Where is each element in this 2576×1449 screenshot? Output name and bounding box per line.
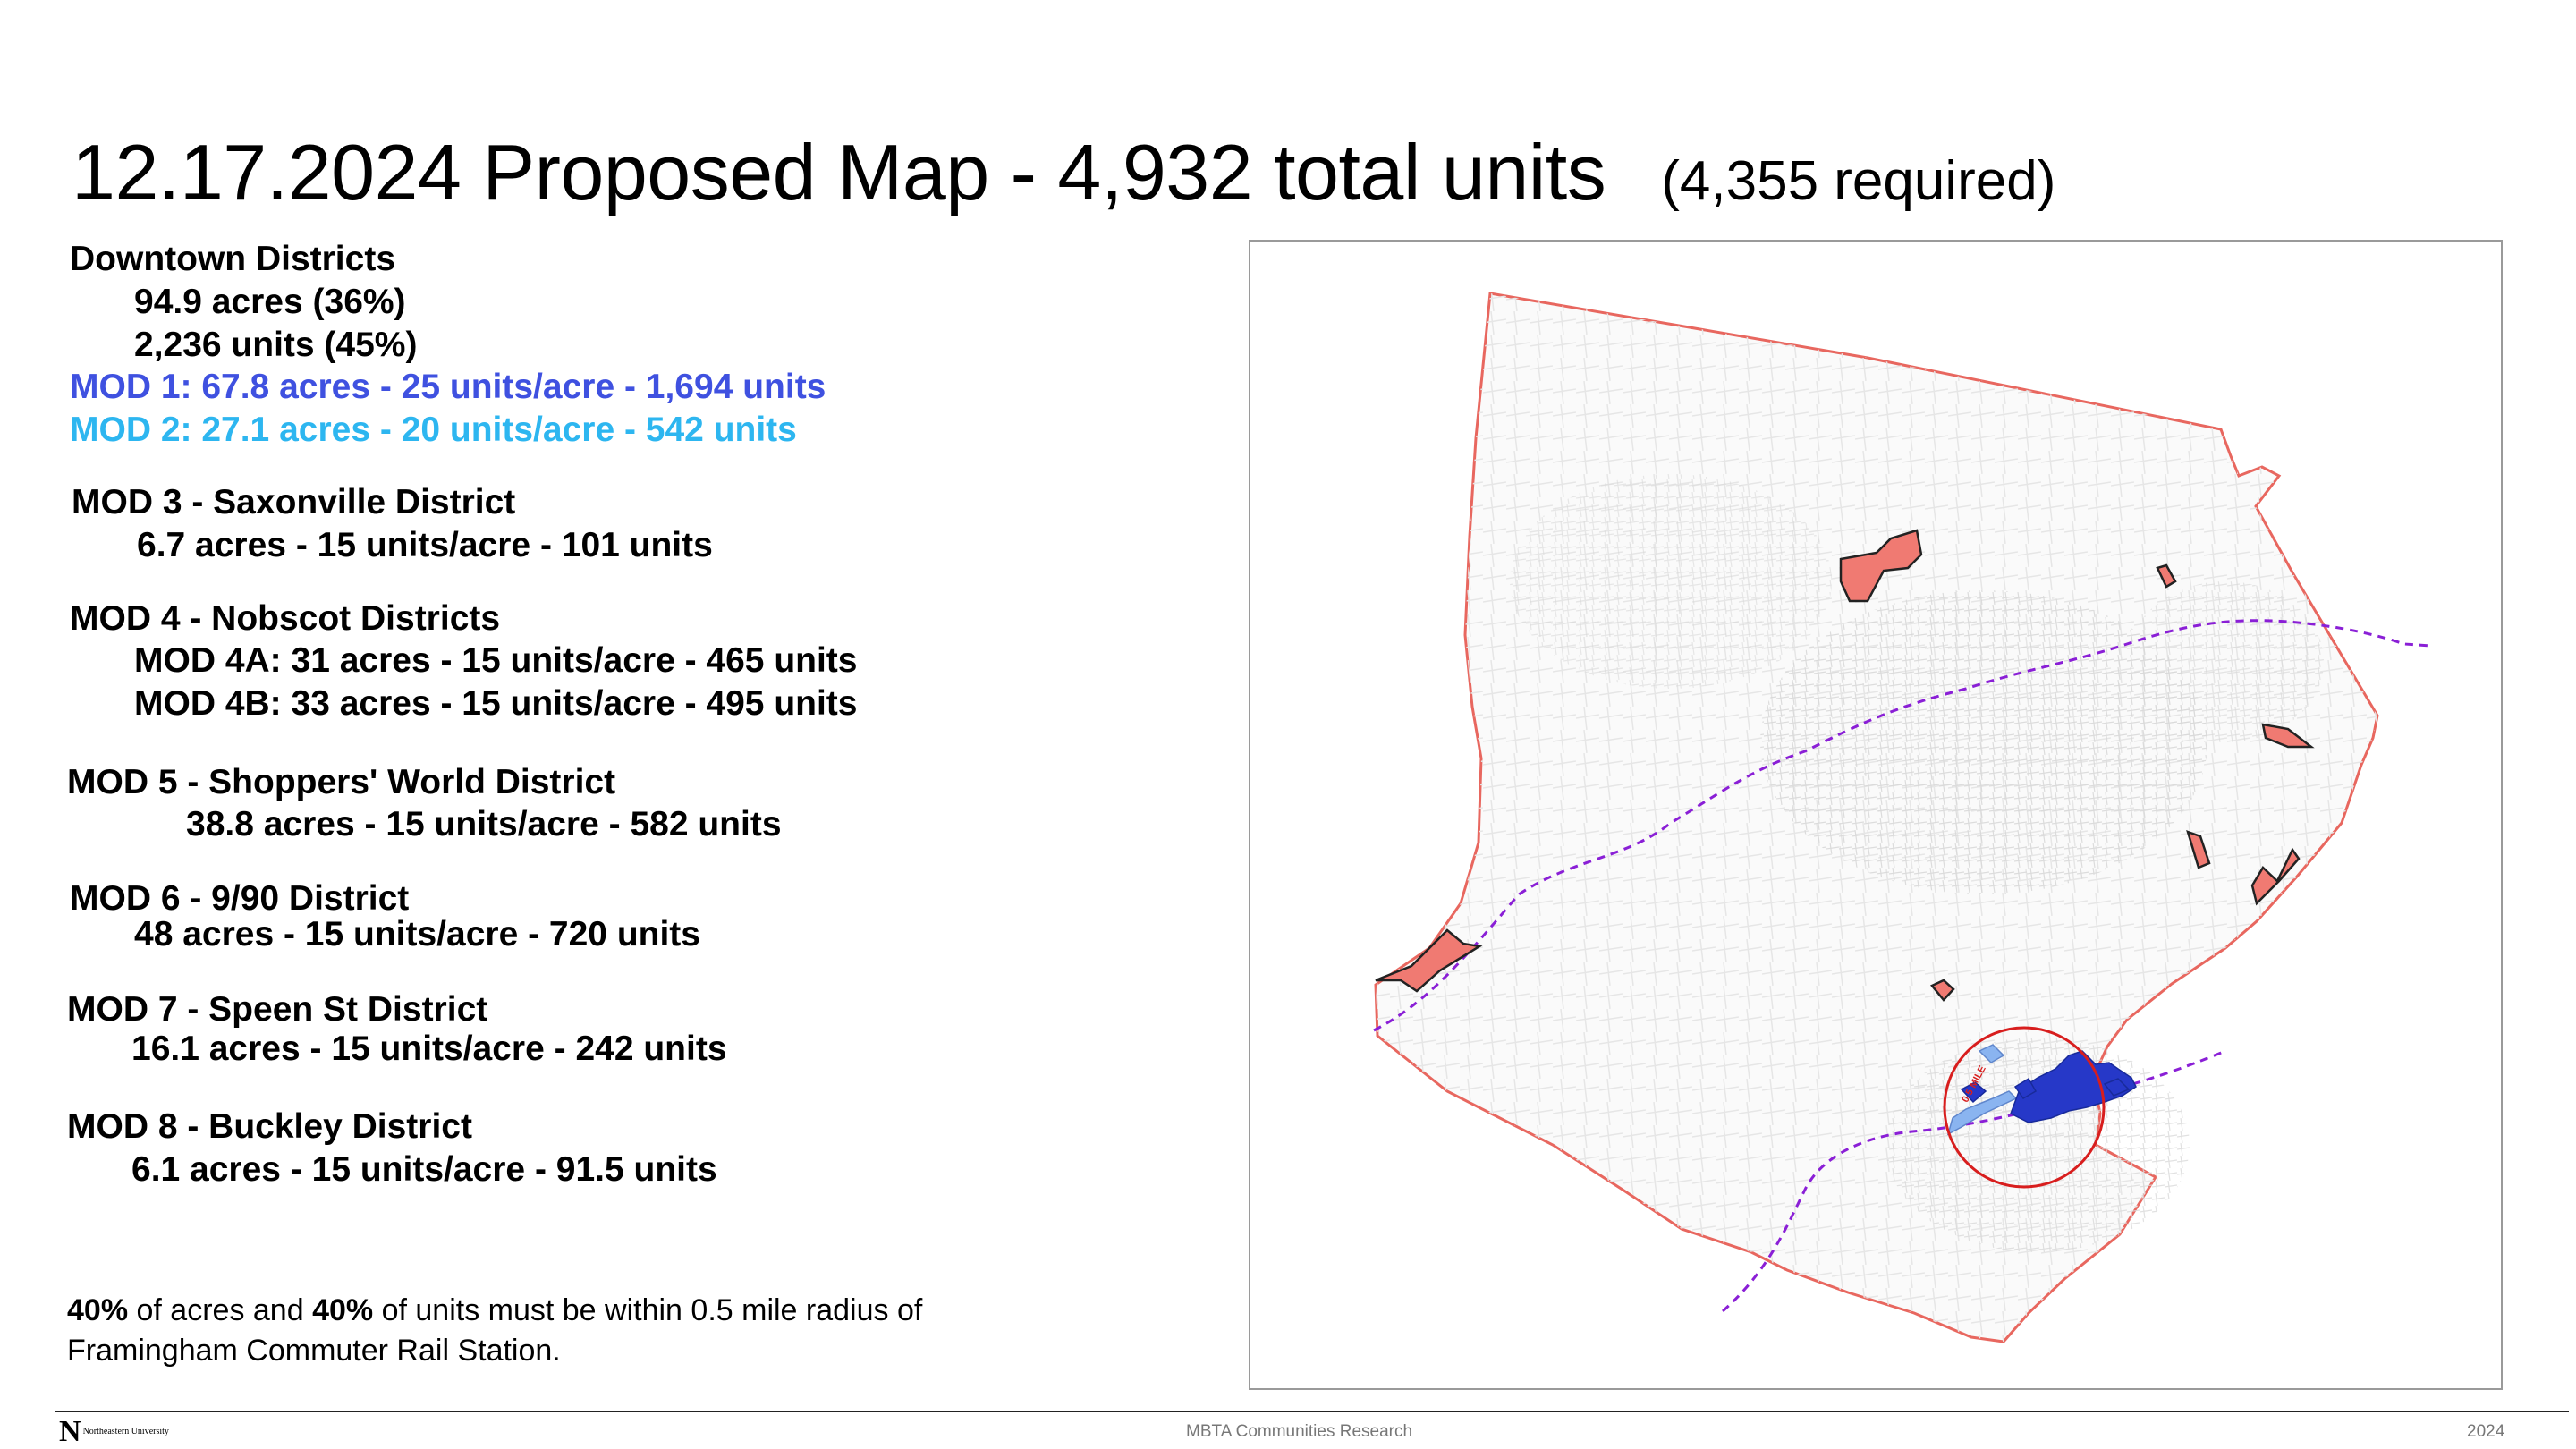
mod2-line: MOD 2: 27.1 acres - 20 units/acre - 542 …: [70, 411, 797, 449]
footer-rule: [55, 1411, 2569, 1412]
mod6-detail: 48 acres - 15 units/acre - 720 units: [134, 915, 700, 953]
title-main: 12.17.2024 Proposed Map - 4,932 total un…: [72, 128, 1606, 216]
downtown-districts-heading: Downtown Districts: [70, 240, 396, 278]
mod4b-detail: MOD 4B: 33 acres - 15 units/acre - 495 u…: [134, 684, 858, 723]
downtown-units: 2,236 units (45%): [134, 326, 418, 364]
title-required-units: (4,355 required): [1661, 150, 2056, 212]
footer-center-text: MBTA Communities Research: [1186, 1422, 1413, 1441]
downtown-acres: 94.9 acres (36%): [134, 283, 406, 321]
mod7-heading: MOD 7 - Speen St District: [67, 990, 488, 1029]
mod8-detail: 6.1 acres - 15 units/acre - 91.5 units: [131, 1150, 717, 1189]
dense-streets-north: [1510, 474, 1832, 689]
map-canvas: 0.5 MILE: [1373, 292, 2432, 1343]
mod3-detail: 6.7 acres - 15 units/acre - 101 units: [137, 526, 713, 564]
logo-text: Northeastern University: [82, 1427, 169, 1436]
mod8-heading: MOD 8 - Buckley District: [67, 1107, 472, 1146]
acres-percent: 40%: [67, 1293, 129, 1327]
mod5-detail: 38.8 acres - 15 units/acre - 582 units: [186, 805, 782, 843]
mod1-line: MOD 1: 67.8 acres - 25 units/acre - 1,69…: [70, 368, 826, 406]
zoning-map: 0.5 MILE: [1249, 240, 2503, 1390]
mod6-heading: MOD 6 - 9/90 District: [70, 879, 410, 918]
footer-year: 2024: [2467, 1422, 2505, 1441]
dense-streets-south: [1885, 1038, 2190, 1252]
units-percent: 40%: [312, 1293, 374, 1327]
note-text-3: Framingham Commuter Rail Station.: [67, 1334, 561, 1368]
mod4a-detail: MOD 4A: 31 acres - 15 units/acre - 465 u…: [134, 641, 858, 680]
northeastern-logo: N Northeastern University: [59, 1417, 169, 1447]
dense-streets-east: [2127, 581, 2324, 742]
mod3-heading: MOD 3 - Saxonville District: [72, 483, 516, 521]
mod5-heading: MOD 5 - Shoppers' World District: [67, 763, 616, 801]
page-title: 12.17.2024 Proposed Map - 4,932 total un…: [72, 127, 2055, 218]
mod7-detail: 16.1 acres - 15 units/acre - 242 units: [131, 1030, 727, 1068]
note-text-2: of units must be within 0.5 mile radius …: [373, 1293, 923, 1327]
note-text-1: of acres and: [128, 1293, 313, 1327]
logo-letter: N: [59, 1415, 81, 1448]
radius-requirement-note: 40% of acres and 40% of units must be wi…: [67, 1291, 922, 1371]
mod4-heading: MOD 4 - Nobscot Districts: [70, 599, 501, 638]
